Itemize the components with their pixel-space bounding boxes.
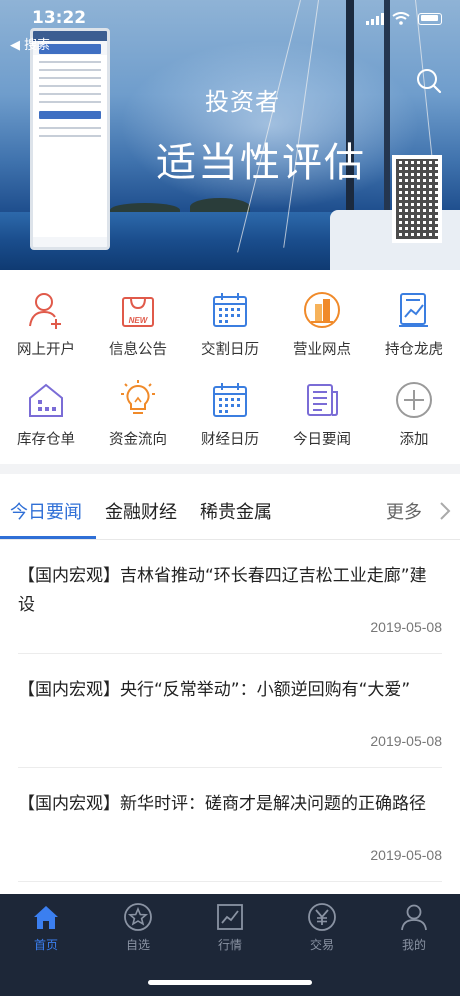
nav-home[interactable]: 首页 bbox=[0, 902, 92, 953]
menu-label: 添加 bbox=[399, 432, 429, 448]
menu-item-delivery-calendar[interactable]: 交割日历 bbox=[184, 280, 276, 370]
news-list: 【国内宏观】吉林省推动“环长春四辽吉松工业走廊”建设 2019-05-08 【国… bbox=[0, 540, 460, 882]
menu-item-warehouse-receipts[interactable]: 库存仓单 bbox=[0, 370, 92, 460]
chart-line-icon bbox=[217, 904, 243, 930]
bag-new-icon: NEW bbox=[118, 290, 158, 330]
menu-label: 持仓龙虎 bbox=[385, 342, 443, 358]
building-icon bbox=[302, 290, 342, 330]
menu-label: 今日要闻 bbox=[293, 432, 351, 448]
status-time: 13:22 bbox=[32, 8, 87, 28]
wifi-icon bbox=[392, 12, 410, 25]
news-title: 【国内宏观】央行“反常举动”：小额逆回购有“大爱” bbox=[18, 680, 411, 700]
bulb-icon bbox=[118, 380, 158, 420]
news-title: 【国内宏观】新华时评：磋商才是解决问题的正确路径 bbox=[18, 794, 426, 814]
news-tabs: 今日要闻 金融财经 稀贵金属 更多 bbox=[0, 474, 460, 540]
calendar-icon bbox=[210, 290, 250, 330]
section-divider bbox=[0, 464, 460, 474]
quick-menu: 网上开户 NEW 信息公告 交割日历 营业网点 持仓龙虎 库存仓单 资金流向 财… bbox=[0, 280, 460, 460]
banner-title: 适当性评估 bbox=[156, 140, 366, 186]
nav-label: 我的 bbox=[401, 938, 426, 952]
calendar-icon bbox=[210, 380, 250, 420]
phone-mockup bbox=[30, 28, 110, 250]
svg-text:NEW: NEW bbox=[129, 316, 149, 325]
warehouse-icon bbox=[26, 380, 66, 420]
menu-label: 营业网点 bbox=[293, 342, 351, 358]
nav-label: 交易 bbox=[309, 938, 334, 952]
more-link[interactable]: 更多 bbox=[386, 498, 422, 524]
chevron-right-icon[interactable] bbox=[438, 502, 452, 520]
back-to-search-link[interactable]: ◀ 搜索 bbox=[10, 34, 50, 53]
newspaper-icon bbox=[302, 380, 342, 420]
tab-precious-metals[interactable]: 稀贵金属 bbox=[200, 498, 272, 524]
nav-watchlist[interactable]: 自选 bbox=[92, 902, 184, 953]
nav-profile[interactable]: 我的 bbox=[368, 902, 460, 953]
news-item[interactable]: 【国内宏观】新华时评：磋商才是解决问题的正确路径 2019-05-08 bbox=[18, 768, 442, 882]
news-item[interactable]: 【国内宏观】吉林省推动“环长春四辽吉松工业走廊”建设 2019-05-08 bbox=[18, 540, 442, 654]
menu-item-fund-flow[interactable]: 资金流向 bbox=[92, 370, 184, 460]
qr-code-icon bbox=[392, 155, 442, 243]
news-date: 2019-05-08 bbox=[370, 847, 442, 863]
menu-item-add[interactable]: 添加 bbox=[368, 370, 460, 460]
plus-circle-icon bbox=[394, 380, 434, 420]
search-icon[interactable] bbox=[414, 66, 444, 96]
menu-item-branches[interactable]: 营业网点 bbox=[276, 280, 368, 370]
menu-item-announcements[interactable]: NEW 信息公告 bbox=[92, 280, 184, 370]
home-icon bbox=[34, 906, 58, 929]
news-date: 2019-05-08 bbox=[370, 733, 442, 749]
menu-item-open-account[interactable]: 网上开户 bbox=[0, 280, 92, 370]
menu-item-finance-calendar[interactable]: 财经日历 bbox=[184, 370, 276, 460]
menu-label: 交割日历 bbox=[201, 342, 259, 358]
menu-label: 财经日历 bbox=[201, 432, 259, 448]
user-add-icon bbox=[26, 290, 66, 330]
menu-item-positions[interactable]: 持仓龙虎 bbox=[368, 280, 460, 370]
nav-market[interactable]: 行情 bbox=[184, 902, 276, 953]
banner-subtitle: 投资者 bbox=[205, 88, 280, 116]
menu-label: 资金流向 bbox=[109, 432, 167, 448]
news-date: 2019-05-08 bbox=[370, 619, 442, 635]
nav-trade[interactable]: 交易 bbox=[276, 902, 368, 953]
promo-banner[interactable]: 投资者 适当性评估 13:22 ◀ 搜索 bbox=[0, 0, 460, 270]
menu-row: 网上开户 NEW 信息公告 交割日历 营业网点 持仓龙虎 bbox=[0, 280, 460, 370]
menu-item-today-news[interactable]: 今日要闻 bbox=[276, 370, 368, 460]
nav-label: 自选 bbox=[125, 938, 150, 952]
nav-label: 行情 bbox=[217, 938, 242, 952]
yen-circle-icon bbox=[308, 903, 336, 931]
tab-finance[interactable]: 金融财经 bbox=[105, 498, 177, 524]
tab-today-news[interactable]: 今日要闻 bbox=[10, 498, 82, 524]
user-icon bbox=[401, 904, 427, 931]
menu-label: 库存仓单 bbox=[17, 432, 75, 448]
battery-icon bbox=[418, 12, 442, 25]
menu-label: 网上开户 bbox=[17, 342, 75, 358]
news-item[interactable]: 【国内宏观】央行“反常举动”：小额逆回购有“大爱” 2019-05-08 bbox=[18, 654, 442, 768]
menu-row: 库存仓单 资金流向 财经日历 今日要闻 添加 bbox=[0, 370, 460, 460]
news-title: 【国内宏观】吉林省推动“环长春四辽吉松工业走廊”建设 bbox=[18, 566, 427, 615]
signal-icon bbox=[366, 12, 384, 25]
status-bar: 13:22 bbox=[0, 0, 460, 30]
star-circle-icon bbox=[124, 903, 152, 931]
chart-doc-icon bbox=[394, 290, 434, 330]
nav-label: 首页 bbox=[33, 938, 58, 952]
active-tab-indicator bbox=[0, 536, 96, 539]
home-indicator[interactable] bbox=[148, 980, 312, 985]
menu-label: 信息公告 bbox=[109, 342, 167, 358]
